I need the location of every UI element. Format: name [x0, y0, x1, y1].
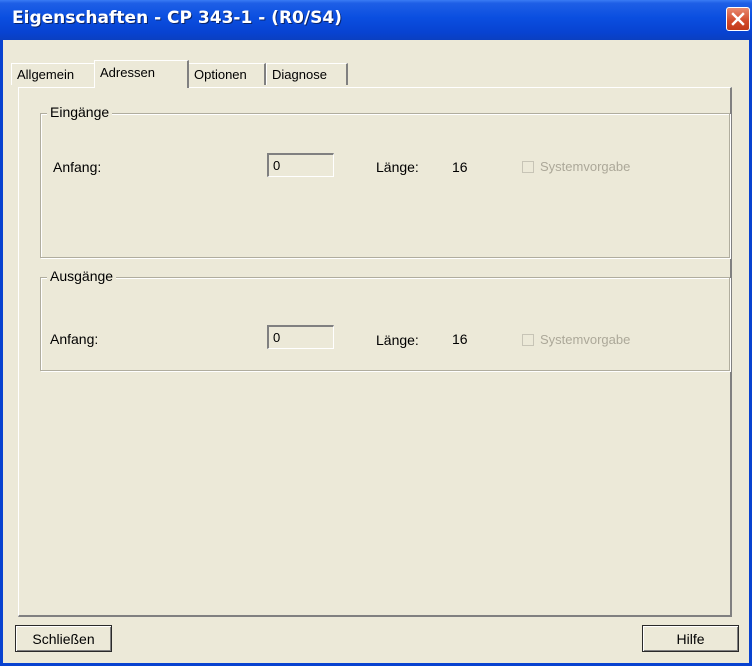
outputs-group: Ausgänge Anfang: 0 Länge: 16 Systemvorga… [40, 268, 730, 371]
inputs-default-checkbox-label: Systemvorgabe [540, 159, 631, 174]
inputs-start-field[interactable]: 0 [267, 153, 334, 177]
tab-optionen[interactable]: Optionen [188, 63, 266, 85]
inputs-default-checkbox-box [522, 160, 534, 173]
window-title: Eigenschaften - CP 343-1 - (R0/S4) [12, 8, 342, 28]
properties-dialog: Eigenschaften - CP 343-1 - (R0/S4) Allge… [0, 0, 752, 666]
tab-diagnose[interactable]: Diagnose [266, 63, 348, 85]
close-dialog-button-label: Schließen [32, 631, 95, 647]
outputs-start-label: Anfang: [50, 331, 99, 347]
tab-allgemein-label: Allgemein [17, 67, 75, 82]
tab-panel-adressen: Eingänge Anfang: 0 Länge: 16 Systemvorga… [18, 87, 732, 617]
help-button-label: Hilfe [676, 631, 705, 647]
outputs-start-value: 0 [273, 330, 281, 345]
inputs-length-value: 16 [452, 159, 468, 175]
inputs-length-label: Länge: [376, 159, 419, 175]
close-button[interactable] [726, 7, 750, 31]
outputs-length-label: Länge: [376, 332, 419, 348]
outputs-default-checkbox[interactable]: Systemvorgabe [522, 332, 630, 347]
title-bar[interactable]: Eigenschaften - CP 343-1 - (R0/S4) [0, 0, 752, 40]
close-dialog-button[interactable]: Schließen [15, 625, 112, 652]
close-icon [731, 12, 745, 26]
outputs-default-checkbox-box [522, 333, 534, 346]
inputs-group-title: Eingänge [47, 104, 113, 120]
inputs-default-checkbox[interactable]: Systemvorgabe [522, 159, 630, 174]
tab-diagnose-label: Diagnose [272, 67, 327, 82]
inputs-group: Eingänge Anfang: 0 Länge: 16 Systemvorga… [40, 104, 730, 258]
outputs-group-title: Ausgänge [47, 268, 117, 284]
tab-adressen-label: Adressen [100, 65, 155, 80]
inputs-start-label: Anfang: [53, 159, 102, 175]
outputs-start-field[interactable]: 0 [267, 325, 334, 349]
inputs-start-value: 0 [273, 158, 281, 173]
tab-allgemein[interactable]: Allgemein [11, 63, 96, 85]
tab-adressen[interactable]: Adressen [94, 60, 189, 88]
tab-optionen-label: Optionen [194, 67, 247, 82]
outputs-default-checkbox-label: Systemvorgabe [540, 332, 631, 347]
tab-strip: Allgemein Adressen Optionen Diagnose [11, 60, 731, 88]
outputs-length-value: 16 [452, 331, 468, 347]
help-button[interactable]: Hilfe [642, 625, 739, 652]
